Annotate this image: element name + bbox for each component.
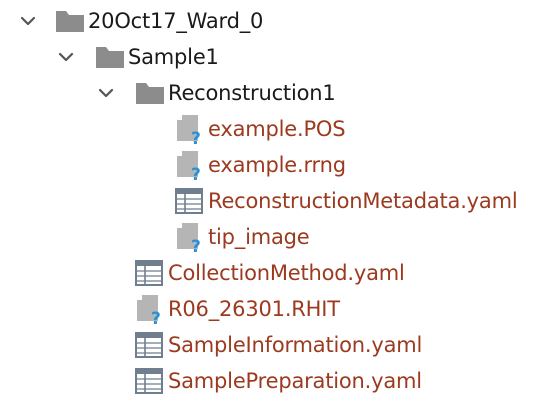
tree-item-label: CollectionMethod.yaml	[168, 261, 405, 285]
tree-item-label: example.rrng	[208, 153, 346, 177]
svg-text:?: ?	[191, 165, 201, 181]
chevron-down-icon[interactable]	[18, 11, 38, 31]
svg-text:?: ?	[151, 309, 161, 325]
tree-item-label: example.POS	[208, 117, 346, 141]
tree-item-label: 20Oct17_Ward_0	[88, 9, 264, 33]
unknown-file-icon: ?	[177, 151, 201, 181]
tree-folder-sample1[interactable]: Sample1	[0, 39, 240, 75]
tree-item-label: R06_26301.RHIT	[168, 297, 340, 321]
tree-item-label: tip_image	[208, 225, 310, 249]
tree-file-collection-method-yaml[interactable]: CollectionMethod.yaml	[0, 255, 440, 291]
folder-icon	[96, 47, 124, 68]
tree-item-label: Sample1	[128, 45, 219, 69]
tree-file-example-rrng[interactable]: ? example.rrng	[0, 147, 360, 183]
svg-text:?: ?	[191, 129, 201, 145]
tree-item-label: SamplePreparation.yaml	[168, 369, 422, 393]
table-file-icon	[135, 260, 163, 286]
tree-file-sample-information-yaml[interactable]: SampleInformation.yaml	[0, 327, 460, 363]
tree-file-tip-image[interactable]: ? tip_image	[0, 219, 360, 255]
unknown-file-icon: ?	[177, 115, 201, 145]
tree-folder-20oct17-ward-0[interactable]: 20Oct17_Ward_0	[0, 3, 300, 39]
tree-item-label: ReconstructionMetadata.yaml	[208, 189, 518, 213]
table-file-icon	[175, 188, 203, 214]
folder-icon	[56, 11, 84, 32]
tree-file-reconstruction-metadata-yaml[interactable]: ReconstructionMetadata.yaml	[0, 183, 540, 219]
unknown-file-icon: ?	[177, 223, 201, 253]
tree-file-r06-26301-rhit[interactable]: ? R06_26301.RHIT	[0, 291, 360, 327]
chevron-down-icon[interactable]	[96, 83, 116, 103]
folder-icon	[136, 83, 164, 104]
table-file-icon	[135, 368, 163, 394]
tree-folder-reconstruction1[interactable]: Reconstruction1	[0, 75, 360, 111]
table-file-icon	[135, 332, 163, 358]
tree-file-example-pos[interactable]: ? example.POS	[0, 111, 360, 147]
tree-item-label: SampleInformation.yaml	[168, 333, 423, 357]
unknown-file-icon: ?	[137, 295, 161, 325]
svg-text:?: ?	[191, 237, 201, 253]
file-tree: 20Oct17_Ward_0 Sample1 Reconstruction1 ?…	[0, 0, 542, 402]
tree-file-sample-preparation-yaml[interactable]: SamplePreparation.yaml	[0, 363, 460, 399]
tree-item-label: Reconstruction1	[168, 81, 336, 105]
chevron-down-icon[interactable]	[56, 47, 76, 67]
